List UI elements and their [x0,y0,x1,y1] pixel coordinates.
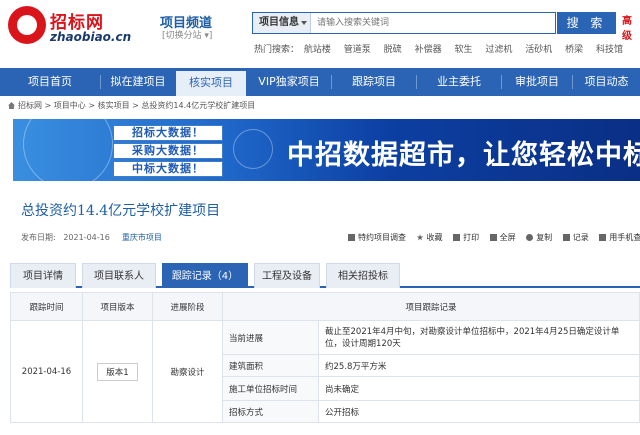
breadcrumb-link[interactable]: 招标网 [18,101,42,110]
version-cell: 版本1 [82,320,153,423]
breadcrumb-link[interactable]: 项目中心 [54,101,86,110]
hot-search-item[interactable]: 管道泵 [344,45,371,55]
column-header: 进展阶段 [152,292,223,321]
nav-item-owner[interactable]: 业主委托 [417,68,501,96]
record-icon [562,234,570,241]
banner-headline: 中招数据超市，让您轻松中标 [287,140,640,171]
breadcrumb-link[interactable]: 核实项目 [98,101,130,110]
promo-banner[interactable]: 招标大数据！ 采购大数据！ 中标大数据！ 中招数据超市，让您轻松中标 [13,119,640,181]
record-value: 公开招标 [318,400,640,423]
record-label: 建筑面积 [222,354,319,377]
mobile-icon [599,234,607,241]
banner-tag: 采购大数据！ [113,143,223,159]
column-header: 项目版本 [82,292,153,321]
breadcrumb-current: 总投资约14.4亿元学校扩建项目 [141,101,256,110]
site-header: 招标网 zhaobiao.cn 项目频道 [切换分站 ▾] 项目信息 搜 索 高… [0,0,640,68]
hot-searches: 热门搜索： 航站楼 管道泵 脱硫 补偿器 软生 过滤机 活砂机 桥梁 科技馆 [254,42,633,55]
page-title: 总投资约14.4亿元学校扩建项目 [21,203,221,219]
nav-item-tracking[interactable]: 跟踪项目 [332,68,416,96]
nav-item-planned[interactable]: 拟在建项目 [101,68,175,96]
project-meta: 发布日期: 2021-04-16 重庆市项目 [21,232,162,243]
record-label: 施工单位招标时间 [222,376,319,401]
nav-item-approval[interactable]: 审批项目 [502,68,572,96]
banner-tag: 招标大数据！ [113,125,223,141]
detail-tabs: 项目详情 项目联系人 跟踪记录（4） 工程及设备 相关招投标 [10,260,640,288]
record-label: 当前进展 [222,320,319,355]
tab-details[interactable]: 项目详情 [10,263,76,288]
copy-icon [526,234,534,241]
tab-equipment[interactable]: 工程及设备 [254,263,320,288]
table-header-row: 跟踪时间 项目版本 进展阶段 项目跟踪记录 [10,292,640,321]
advanced-search-link[interactable]: 高级 [622,12,640,42]
record-button[interactable]: 记录 [562,232,589,243]
chevron-down-icon [301,21,307,25]
home-icon [8,102,15,109]
star-icon [416,234,424,241]
banner-tag: 中标大数据！ [113,161,223,177]
nav-item-news[interactable]: 项目动态 [573,68,640,96]
tracking-table: 跟踪时间 项目版本 进展阶段 项目跟踪记录 2021-04-16 版本1 勘察设… [10,292,640,423]
fullscreen-icon [489,234,497,241]
nav-item-home[interactable]: 项目首页 [0,68,100,96]
nav-item-verified[interactable]: 核实项目 [176,68,246,96]
tab-tracking[interactable]: 跟踪记录（4） [162,263,248,288]
hot-search-item[interactable]: 桥梁 [565,45,583,55]
nav-item-vip[interactable]: VIP独家项目 [247,68,331,96]
search-category-select[interactable]: 项目信息 [253,13,311,33]
tracking-date: 2021-04-16 [10,320,83,423]
toolbar: 特约项目调查 收藏 打印 全屏 复制 记录 用手机查看 [340,232,640,243]
hot-search-item[interactable]: 科技馆 [596,45,623,55]
date-label: 发布日期: [21,233,56,242]
print-button[interactable]: 打印 [453,232,479,243]
survey-button[interactable]: 特约项目调查 [348,232,406,243]
tab-contacts[interactable]: 项目联系人 [82,263,156,288]
main-nav: 项目首页 拟在建项目 核实项目 VIP独家项目 跟踪项目 业主委托 审批项目 项… [0,68,640,96]
breadcrumb: 招标网 > 项目中心 > 核实项目 > 总投资约14.4亿元学校扩建项目 [8,100,255,111]
hot-searches-label: 热门搜索： [254,45,300,55]
mobile-view-button[interactable]: 用手机查看 [599,232,640,243]
record-value: 截止至2021年4月中旬，对勘察设计单位招标中，2021年4月25日确定设计单位… [318,320,640,355]
version-badge: 版本1 [97,362,138,381]
hot-search-item[interactable]: 脱硫 [384,45,402,55]
column-header: 跟踪时间 [10,292,83,321]
site-logo[interactable]: 招标网 zhaobiao.cn [8,6,136,46]
record-value: 约25.8万平方米 [318,354,640,377]
banner-decoration [23,119,113,181]
logo-mark-icon [8,6,46,44]
favorite-button[interactable]: 收藏 [416,232,443,243]
print-icon [453,234,461,241]
switch-site-link[interactable]: [切换分站 ▾] [162,28,212,41]
hot-search-item[interactable]: 过滤机 [485,45,512,55]
column-header: 项目跟踪记录 [222,292,640,321]
search-box: 项目信息 [252,12,556,34]
banner-decoration [233,129,273,169]
hot-search-item[interactable]: 软生 [454,45,472,55]
hot-search-item[interactable]: 补偿器 [415,45,442,55]
table-row: 2021-04-16 版本1 勘察设计 当前进展 截止至2021年4月中旬，对勘… [10,320,640,423]
tab-related[interactable]: 相关招投标 [326,263,400,288]
hot-search-item[interactable]: 航站楼 [304,45,331,55]
hot-search-item[interactable]: 活砂机 [525,45,552,55]
logo-domain: zhaobiao.cn [50,30,132,44]
search-button[interactable]: 搜 索 [557,12,616,34]
record-label: 招标方式 [222,400,319,423]
search-input[interactable] [317,13,553,33]
publish-date: 2021-04-16 [63,233,110,242]
stage-cell: 勘察设计 [152,320,223,423]
fullscreen-button[interactable]: 全屏 [489,232,516,243]
record-value: 尚未确定 [318,376,640,401]
survey-icon [348,234,355,241]
location-link[interactable]: 重庆市项目 [122,233,162,242]
copy-button[interactable]: 复制 [526,232,552,243]
